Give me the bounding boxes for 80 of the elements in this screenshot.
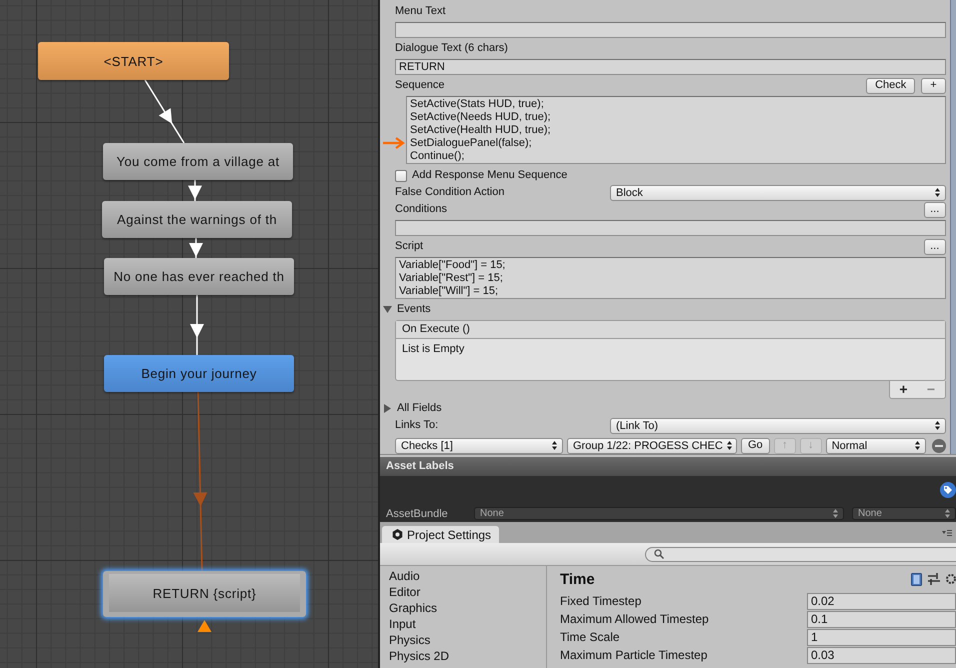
setting-label: Maximum Allowed Timestep	[560, 612, 710, 626]
tag-icon[interactable]	[940, 482, 956, 498]
settings-category[interactable]: Audio	[389, 568, 546, 584]
dropdown[interactable]: Group 1/22: PROGESS CHEC	[567, 438, 737, 454]
menu-text-field[interactable]	[395, 22, 946, 38]
connector-arrow	[188, 180, 202, 201]
sequence-text-area[interactable]: SetActive(Stats HUD, true); SetActive(Needs HUD, true); SetActive(Health HUD, true); SetDialoguePanel(false); Continue();	[406, 96, 946, 164]
dialogue-node[interactable]: RETURN {script}	[103, 571, 306, 617]
field-label: AssetBundle	[386, 508, 449, 520]
remove-icon[interactable]	[932, 438, 946, 452]
connector-arrow	[189, 238, 203, 258]
list-button[interactable]: +	[899, 381, 908, 398]
foldout-label[interactable]: Events	[397, 301, 431, 318]
setting-label: Fixed Timestep	[560, 594, 642, 608]
sequence-button[interactable]: +	[921, 78, 946, 94]
settings-icon[interactable]	[946, 573, 956, 585]
dropdown-arrows-icon	[726, 441, 732, 450]
dialogue-node[interactable]: No one has ever reached th	[104, 258, 294, 295]
event-header: On Execute ()	[396, 321, 945, 339]
setting-value-field[interactable]: 0.1	[807, 610, 956, 628]
settings-icon	[392, 529, 403, 540]
dropdown-arrows-icon	[833, 509, 838, 518]
window-tab[interactable]: Project Settings	[382, 526, 500, 543]
dropdown-arrows-icon	[934, 421, 940, 430]
dropdown[interactable]: None	[474, 507, 844, 520]
empty-list-text: List is Empty	[402, 343, 464, 355]
more-button[interactable]: ...	[924, 238, 946, 254]
dialogue-node[interactable]: <START>	[38, 42, 229, 80]
setting-label: Maximum Particle Timestep	[560, 648, 708, 662]
field-label: Menu Text	[395, 4, 447, 19]
settings-category[interactable]: Input	[389, 616, 546, 632]
foldout-label[interactable]: All Fields	[397, 400, 442, 417]
dropdown[interactable]: Block	[610, 184, 946, 200]
section-title: Asset Labels	[386, 460, 454, 472]
link-handle-icon[interactable]	[198, 620, 212, 632]
dropdown[interactable]: Checks [1]	[395, 438, 563, 454]
dropdown-arrows-icon	[945, 509, 950, 518]
foldout-triangle-icon[interactable]	[383, 305, 392, 314]
menu-icon[interactable]	[942, 529, 952, 537]
search-field[interactable]	[645, 546, 956, 562]
dropdown[interactable]: None	[852, 507, 956, 520]
dialogue-node[interactable]: Begin your journey	[104, 355, 294, 392]
setting-value-field[interactable]: 1	[807, 628, 956, 646]
settings-category[interactable]: Editor	[389, 584, 546, 600]
dropdown-arrows-icon	[914, 441, 920, 450]
search-icon	[654, 549, 664, 559]
dialogue-text-field[interactable]: RETURN	[395, 59, 946, 75]
field-label: Sequence	[395, 78, 445, 93]
field-label: Script	[395, 239, 424, 254]
checkbox-label: Add Response Menu Sequence	[412, 168, 568, 183]
setting-value-field[interactable]: 0.03	[807, 646, 956, 664]
dialogue-node[interactable]: Against the warnings of th	[102, 201, 292, 238]
settings-category[interactable]: Graphics	[389, 600, 546, 616]
settings-category[interactable]: Physics 2D	[389, 648, 546, 664]
checkbox[interactable]	[395, 170, 407, 182]
dropdown[interactable]: (Link To)	[610, 418, 946, 434]
settings-title: Time	[560, 570, 595, 588]
field-label: False Condition Action	[395, 185, 506, 200]
field-label: Links To:	[395, 418, 440, 433]
dropdown-arrows-icon	[552, 441, 557, 450]
setting-value-field[interactable]: 0.02	[807, 592, 956, 610]
dropdown[interactable]: Normal	[826, 438, 926, 454]
connector-arrow	[144, 80, 185, 144]
setting-label: Time Scale	[560, 630, 621, 644]
sequence-button[interactable]: Check	[866, 78, 916, 94]
pointer-arrow-icon	[383, 137, 405, 149]
more-button[interactable]: ...	[924, 202, 946, 218]
field-label: Dialogue Text (6 chars)	[395, 41, 509, 56]
dialogue-node[interactable]: You come from a village at	[103, 143, 293, 180]
preset-sliders-icon[interactable]	[928, 573, 940, 585]
dropdown-arrows-icon	[934, 188, 940, 197]
field-label: Conditions	[395, 202, 447, 217]
settings-category[interactable]: Physics	[389, 632, 546, 648]
foldout-triangle-icon[interactable]	[383, 404, 392, 413]
connector-arrow	[190, 295, 204, 355]
conditions-field[interactable]	[395, 220, 946, 236]
link-button[interactable]: Go	[741, 438, 770, 454]
help-book-icon[interactable]	[911, 572, 922, 586]
scrollbar[interactable]	[950, 0, 956, 454]
script-text-area[interactable]: Variable["Food"] = 15; Variable["Rest"] = 15; Variable["Will"] = 15;	[395, 257, 946, 299]
